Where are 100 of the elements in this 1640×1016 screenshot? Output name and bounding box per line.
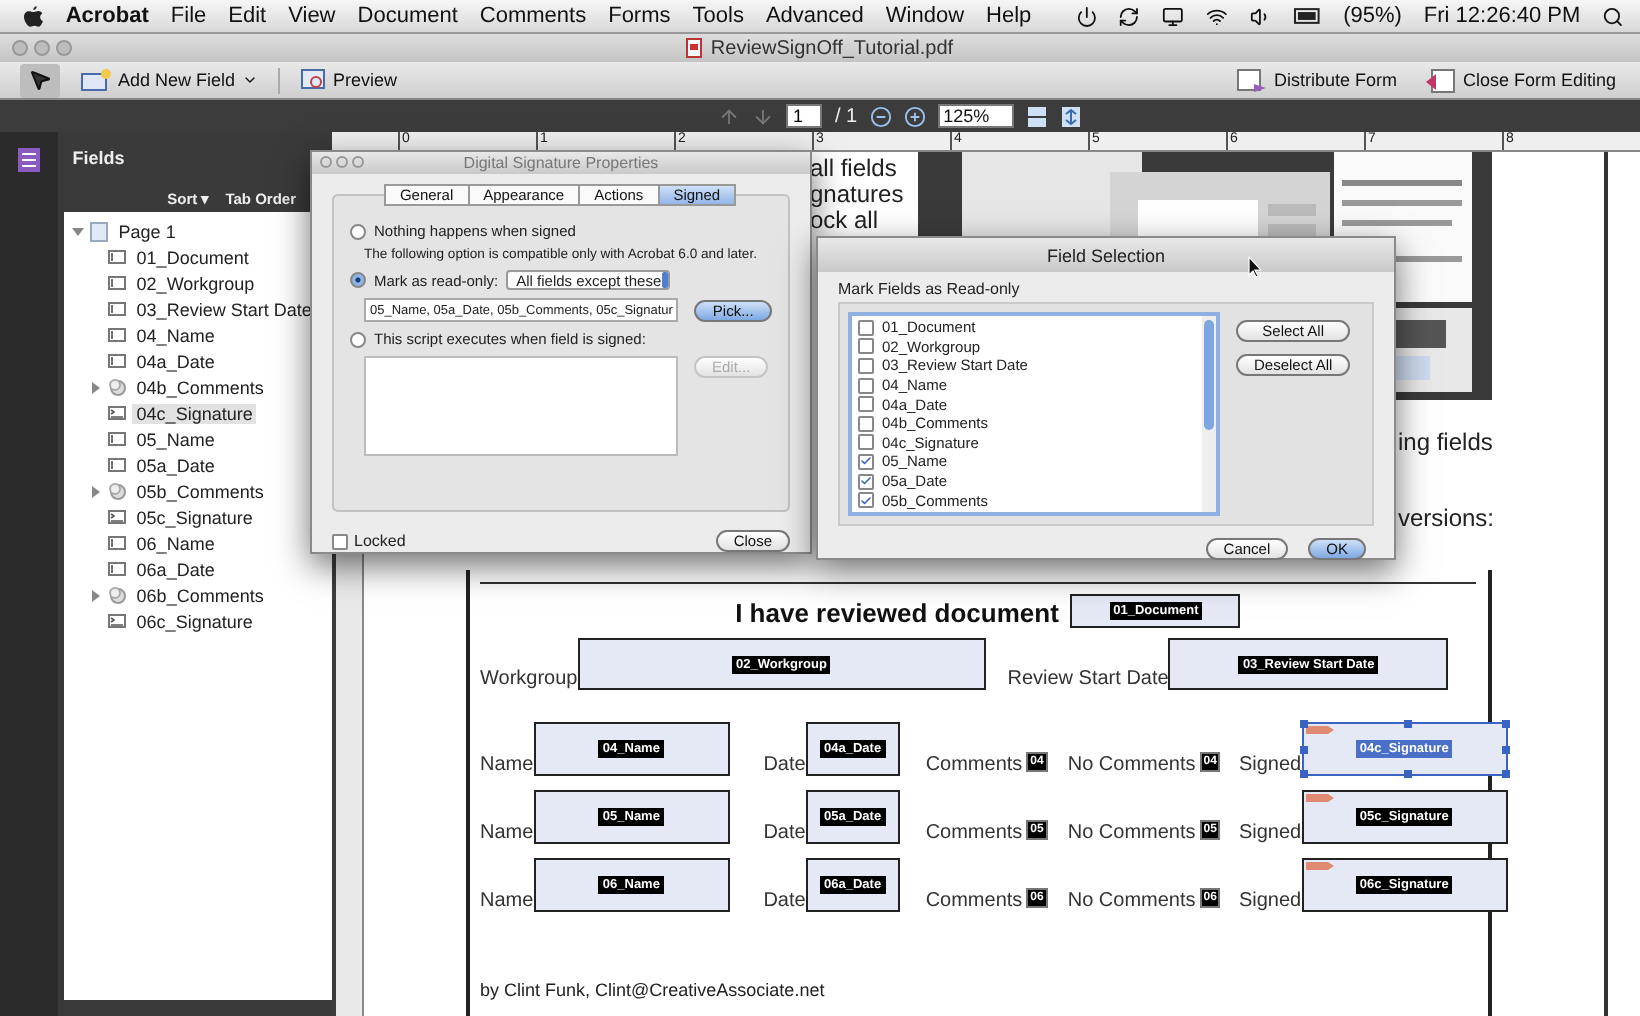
checkbox[interactable] xyxy=(858,473,874,490)
new-field-icon xyxy=(80,68,112,92)
form-label: Signed xyxy=(1238,822,1302,844)
radio-button[interactable] xyxy=(350,331,366,347)
resize-handle[interactable] xyxy=(1299,770,1308,778)
previous-page-icon[interactable] xyxy=(718,105,741,127)
battery-icon[interactable] xyxy=(1293,8,1322,24)
menu-item[interactable]: File xyxy=(170,4,207,28)
fit-page-icon[interactable] xyxy=(1059,105,1082,127)
radio-button[interactable] xyxy=(350,272,366,288)
checkbox[interactable] xyxy=(858,319,874,336)
menu-clock[interactable]: Fri 12:26:40 PM xyxy=(1423,4,1581,28)
search-icon[interactable] xyxy=(1602,5,1624,27)
tree-item[interactable]: Page 1 xyxy=(114,221,180,241)
tree-item[interactable]: 04b_Comments xyxy=(132,377,268,397)
tree-item[interactable]: 06b_Comments xyxy=(132,585,268,605)
tree-item[interactable]: 04a_Date xyxy=(132,351,219,371)
tree-item[interactable]: 04_Name xyxy=(132,325,219,345)
menu-item[interactable]: Comments xyxy=(479,4,587,28)
text-field-icon xyxy=(108,276,127,290)
tree-item[interactable]: 06c_Signature xyxy=(132,611,257,631)
checkbox[interactable] xyxy=(858,357,874,374)
document-text: ing fields xyxy=(1398,428,1493,456)
volume-icon[interactable] xyxy=(1249,5,1272,27)
tree-item[interactable]: 04c_Signature xyxy=(132,403,257,423)
form-label: Date xyxy=(763,754,806,776)
checkbox[interactable] xyxy=(858,434,874,451)
display-icon[interactable] xyxy=(1162,5,1185,27)
text-field-icon xyxy=(108,536,127,550)
tree-item[interactable]: 06a_Date xyxy=(132,559,219,579)
checkbox[interactable] xyxy=(332,533,348,549)
radio-group-icon xyxy=(108,586,127,604)
checkbox[interactable] xyxy=(858,338,874,355)
preview-button[interactable]: Preview xyxy=(291,63,406,97)
menu-item[interactable]: Help xyxy=(986,4,1032,28)
form-heading: I have reviewed document xyxy=(735,598,1059,628)
power-icon[interactable] xyxy=(1075,5,1097,27)
menu-item[interactable]: Window xyxy=(885,4,965,28)
disclosure-icon[interactable] xyxy=(90,381,103,393)
resize-handle[interactable] xyxy=(1299,746,1308,755)
scrolling-mode-icon[interactable] xyxy=(1025,105,1048,127)
page-number-field[interactable]: 1 xyxy=(786,104,823,128)
form-exit-icon xyxy=(1424,67,1457,93)
distribute-form-button[interactable]: Distribute Form xyxy=(1227,63,1405,97)
zoom-out-icon[interactable] xyxy=(869,105,892,127)
radio-group-icon xyxy=(108,482,127,500)
tree-item[interactable]: 05_Name xyxy=(132,429,219,449)
document-text: versions: xyxy=(1398,504,1495,532)
app-menu[interactable]: Acrobat xyxy=(65,4,149,28)
menu-item[interactable]: Tools xyxy=(692,4,744,28)
resize-handle[interactable] xyxy=(1501,720,1510,728)
tree-item[interactable]: 02_Workgroup xyxy=(132,273,259,293)
panel-title: Fields xyxy=(72,148,125,168)
disclosure-icon[interactable] xyxy=(90,589,103,601)
menu-item[interactable]: Forms xyxy=(608,4,671,28)
resize-handle[interactable] xyxy=(1501,770,1510,778)
close-form-editing-button[interactable]: Close Form Editing xyxy=(1416,63,1624,97)
scroll-thumb[interactable] xyxy=(1204,320,1214,430)
text-field-icon xyxy=(108,432,127,446)
checkbox[interactable] xyxy=(858,453,874,470)
tree-item[interactable]: 05b_Comments xyxy=(132,481,268,501)
sync-icon[interactable] xyxy=(1118,5,1141,27)
menu-item[interactable]: View xyxy=(288,4,336,28)
menu-item[interactable]: Edit xyxy=(228,4,267,28)
disclosure-icon[interactable] xyxy=(72,225,85,237)
checkbox[interactable] xyxy=(858,415,874,432)
tree-item[interactable]: 06_Name xyxy=(132,533,219,553)
tree-item[interactable]: 05a_Date xyxy=(132,455,219,475)
signature-field-icon xyxy=(108,510,127,524)
author-credit: by Clint Funk, Clint@CreativeAssociate.net xyxy=(480,980,827,1000)
checkbox[interactable] xyxy=(858,492,874,509)
dialog-title: Field Selection xyxy=(1046,245,1166,265)
form-label: No Comments xyxy=(1067,822,1196,844)
resize-handle[interactable] xyxy=(1299,720,1308,728)
disclosure-icon[interactable] xyxy=(90,485,103,497)
tree-item[interactable]: 01_Document xyxy=(132,247,253,267)
tree-item[interactable]: 05c_Signature xyxy=(132,507,257,527)
menu-item[interactable]: Document xyxy=(357,4,458,28)
menu-item[interactable]: Advanced xyxy=(765,4,864,28)
wifi-icon[interactable] xyxy=(1206,5,1228,27)
select-tool-button[interactable] xyxy=(20,63,60,97)
radio-button[interactable] xyxy=(350,223,366,239)
tree-item[interactable]: 03_Review Start Date xyxy=(132,299,316,319)
script-field[interactable] xyxy=(364,356,678,456)
apple-icon[interactable] xyxy=(24,5,44,27)
zoom-in-icon[interactable] xyxy=(903,105,926,127)
next-page-icon[interactable] xyxy=(752,105,775,127)
document-text: all fields xyxy=(810,156,897,182)
checkbox[interactable] xyxy=(858,396,874,413)
form-label: Name xyxy=(480,890,534,912)
document-text: ock all xyxy=(810,208,879,234)
add-field-button[interactable]: Add New Field xyxy=(72,63,266,97)
resize-handle[interactable] xyxy=(1404,720,1413,728)
checkbox[interactable] xyxy=(858,377,874,394)
fields-panel-icon[interactable] xyxy=(18,148,41,172)
radio-group-icon xyxy=(108,378,127,396)
resize-handle[interactable] xyxy=(1404,770,1413,778)
resize-handle[interactable] xyxy=(1501,746,1510,755)
scrollbar[interactable] xyxy=(1202,316,1216,512)
zoom-field[interactable]: 125% xyxy=(937,104,1014,128)
